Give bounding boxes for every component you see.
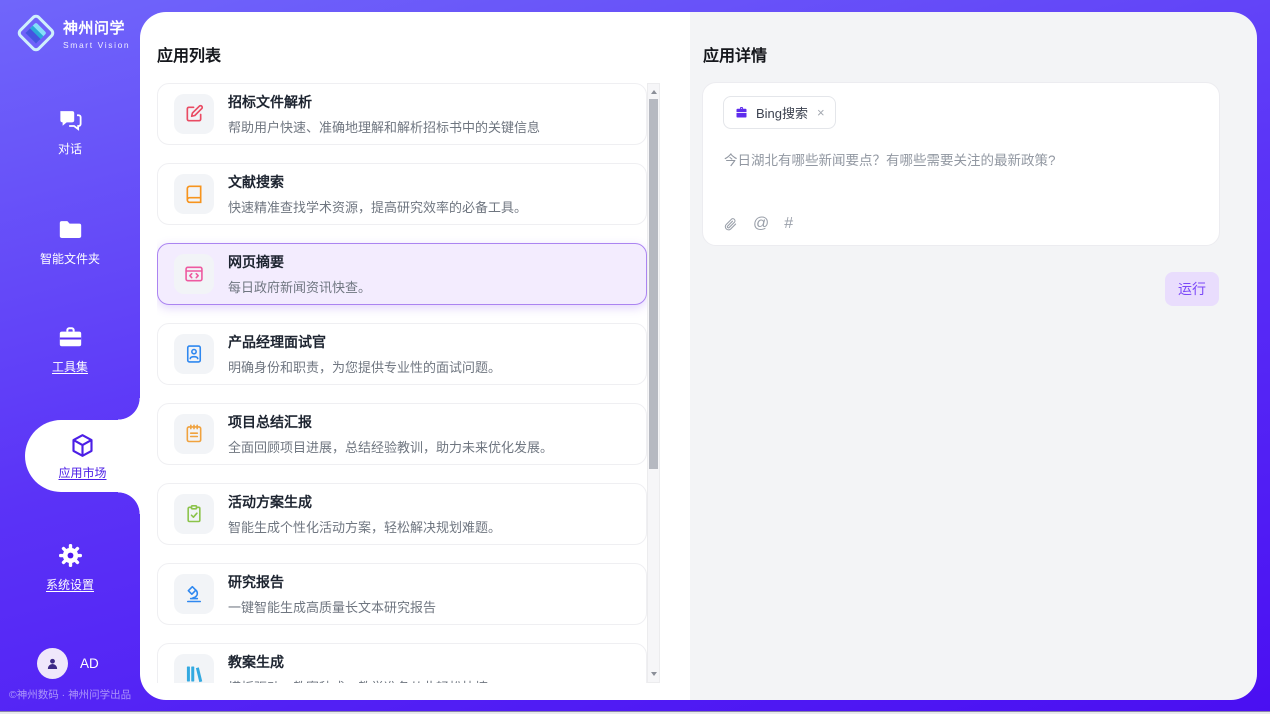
folder-icon [57, 216, 84, 243]
sidebar-item-app-market[interactable]: 应用市场 [25, 420, 140, 492]
sidebar-item-label: 系统设置 [46, 576, 94, 593]
scrollbar-down-icon[interactable] [648, 667, 659, 681]
sidebar-item-system-settings[interactable]: 系统设置 [0, 542, 140, 593]
chat-icon [57, 106, 84, 133]
microscope-icon [174, 574, 214, 614]
app-list-panel: 应用列表 招标文件解析 帮助用户快速、准确地理解和解析招标书中的关键信息 文献搜… [140, 12, 690, 700]
cube-icon [69, 432, 96, 459]
app-detail-panel: 应用详情 Bing搜索 × 今日湖北有哪些新闻要点？有哪些需要关注的最新政策? … [690, 12, 1257, 700]
app-card[interactable]: 招标文件解析 帮助用户快速、准确地理解和解析招标书中的关键信息 [157, 83, 647, 145]
composer-card[interactable]: Bing搜索 × 今日湖北有哪些新闻要点？有哪些需要关注的最新政策? @# [702, 82, 1220, 246]
app-card[interactable]: 项目总结汇报 全面回顾项目进展，总结经验教训，助力未来优化发展。 [157, 403, 647, 465]
app-card[interactable]: 教案生成 模板驱动，教案秒成，教学准备从此轻松快捷 [157, 643, 647, 683]
user-initials: AD [80, 656, 99, 671]
user-account[interactable]: AD [37, 648, 99, 679]
briefcase-icon [734, 105, 749, 120]
close-icon[interactable]: × [817, 105, 825, 120]
composer-toolbar: @# [723, 216, 793, 232]
avatar[interactable] [37, 648, 68, 679]
app-card[interactable]: 网页摘要 每日政府新闻资讯快查。 [157, 243, 647, 305]
notepad-icon [174, 414, 214, 454]
brand-logo: 神州问学 Smart Vision [16, 13, 130, 53]
app-card[interactable]: 产品经理面试官 明确身份和职责，为您提供专业性的面试问题。 [157, 323, 647, 385]
app-window: 应用列表 招标文件解析 帮助用户快速、准确地理解和解析招标书中的关键信息 文献搜… [0, 0, 1270, 711]
sidebar-item-label: 智能文件夹 [40, 250, 100, 267]
books-icon [174, 654, 214, 683]
browser-code-icon [174, 254, 214, 294]
toolbox-icon [57, 324, 84, 351]
brand-subtitle: Smart Vision [63, 40, 130, 50]
attachment-icon[interactable] [723, 217, 738, 232]
sidebar-item-toolkit[interactable]: 工具集 [0, 324, 140, 375]
content-area: 应用列表 招标文件解析 帮助用户快速、准确地理解和解析招标书中的关键信息 文献搜… [140, 12, 1257, 700]
app-card[interactable]: 研究报告 一键智能生成高质量长文本研究报告 [157, 563, 647, 625]
app-detail-title: 应用详情 [703, 42, 767, 66]
mention-icon[interactable]: @ [753, 216, 769, 232]
sidebar-item-label: 对话 [58, 140, 82, 157]
sidebar: 神州问学 Smart Vision 对话 智能文件夹 工具集 应用市场 系统设置… [0, 0, 140, 711]
book-icon [174, 174, 214, 214]
app-list: 招标文件解析 帮助用户快速、准确地理解和解析招标书中的关键信息 文献搜索 快速精… [157, 83, 647, 683]
interview-icon [174, 334, 214, 374]
sidebar-item-label: 工具集 [52, 358, 88, 375]
scrollbar[interactable] [647, 83, 660, 683]
copyright-footer: ©神州数码 · 神州问学出品 [9, 687, 131, 702]
run-button[interactable]: 运行 [1165, 272, 1219, 306]
app-card[interactable]: 活动方案生成 智能生成个性化活动方案，轻松解决规划难题。 [157, 483, 647, 545]
app-card[interactable]: 文献搜索 快速精准查找学术资源，提高研究效率的必备工具。 [157, 163, 647, 225]
sidebar-item-label: 应用市场 [58, 464, 106, 481]
sidebar-item-smart-folders[interactable]: 智能文件夹 [0, 216, 140, 267]
gear-icon [57, 542, 84, 569]
tool-tag-label: Bing搜索 [756, 103, 808, 122]
hash-icon[interactable]: # [784, 216, 793, 232]
brand-name: 神州问学 [63, 17, 130, 38]
diamond-logo-icon [16, 13, 56, 53]
clipboard-check-icon [174, 494, 214, 534]
query-input[interactable]: 今日湖北有哪些新闻要点？有哪些需要关注的最新政策? [724, 151, 1199, 171]
sidebar-item-chat[interactable]: 对话 [0, 106, 140, 157]
scrollbar-up-icon[interactable] [648, 85, 659, 99]
scrollbar-thumb[interactable] [649, 99, 658, 469]
app-list-title: 应用列表 [157, 42, 221, 66]
edit-document-icon [174, 94, 214, 134]
tool-tag-bing-search[interactable]: Bing搜索 × [723, 96, 836, 129]
